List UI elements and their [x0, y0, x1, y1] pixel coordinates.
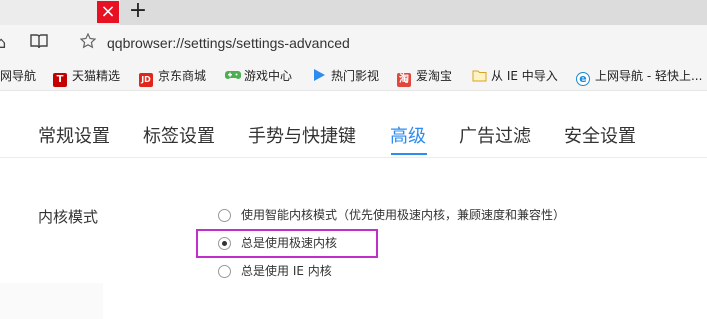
radio-button[interactable] — [218, 209, 231, 222]
bookmark-import-ie[interactable]: 从 IE 中导入 — [472, 67, 558, 85]
bookmark-taobao[interactable]: 淘爱淘宝 — [397, 67, 453, 87]
option-label: 总是使用 IE 内核 — [241, 264, 332, 278]
kernel-mode-label: 内核模式 — [38, 208, 99, 226]
tab-tabs[interactable]: 标签设置 — [143, 122, 215, 148]
bookmark-games[interactable]: 游戏中心 — [225, 67, 292, 85]
tmall-icon: T — [53, 73, 67, 87]
taobao-icon: 淘 — [397, 73, 411, 87]
new-tab-button[interactable]: + — [128, 0, 148, 24]
bookmark-tmall[interactable]: T 天猫精选 — [53, 67, 121, 87]
highlight-annotation-box — [196, 229, 378, 258]
kernel-option-ie[interactable]: 总是使用 IE 内核 — [218, 262, 332, 279]
bookmark-videos[interactable]: 热门影视 — [312, 67, 379, 85]
radio-button[interactable] — [218, 265, 231, 278]
close-tab-button[interactable]: × — [97, 1, 119, 23]
divider — [0, 157, 707, 158]
bookmark-label: 天猫精选 — [72, 69, 121, 83]
bookmark-nav[interactable]: 网导航 — [0, 67, 36, 85]
tab-security[interactable]: 安全设置 — [564, 122, 636, 148]
tab-advanced[interactable]: 高级 — [390, 122, 426, 148]
bookmark-jd[interactable]: JD 京东商城 — [139, 67, 207, 87]
jd-icon: JD — [139, 73, 153, 87]
kernel-option-smart[interactable]: 使用智能内核模式（优先使用极速内核，兼顾速度和兼容性） — [218, 206, 565, 223]
folder-icon — [472, 69, 487, 83]
bookmark-web-nav[interactable]: e 上网导航 - 轻快上... — [576, 67, 703, 86]
home-icon[interactable]: ⌂ — [0, 33, 6, 52]
bookmark-label: 热门影视 — [331, 69, 380, 83]
bottom-area-white — [103, 283, 707, 319]
reading-mode-icon[interactable] — [30, 33, 48, 53]
gamepad-icon — [225, 68, 241, 82]
tab-ad-filter[interactable]: 广告过滤 — [459, 122, 531, 148]
bookmark-label: 京东商城 — [158, 69, 207, 83]
bookmark-label: 游戏中心 — [244, 69, 293, 83]
play-icon — [312, 68, 326, 82]
bookmark-label: 爱淘宝 — [416, 69, 453, 83]
active-tab-indicator — [391, 153, 427, 155]
bookmark-label: 网导航 — [0, 69, 37, 83]
option-label: 使用智能内核模式（优先使用极速内核，兼顾速度和兼容性） — [241, 208, 566, 222]
star-icon[interactable] — [79, 32, 97, 53]
bookmark-label: 从 IE 中导入 — [491, 69, 558, 83]
tab-general[interactable]: 常规设置 — [38, 122, 110, 148]
bookmark-label: 上网导航 - 轻快上... — [595, 69, 703, 83]
tab-gestures-shortcuts[interactable]: 手势与快捷键 — [248, 122, 356, 148]
url-field[interactable]: qqbrowser://settings/settings-advanced — [107, 35, 350, 51]
ie-icon: e — [576, 72, 590, 86]
